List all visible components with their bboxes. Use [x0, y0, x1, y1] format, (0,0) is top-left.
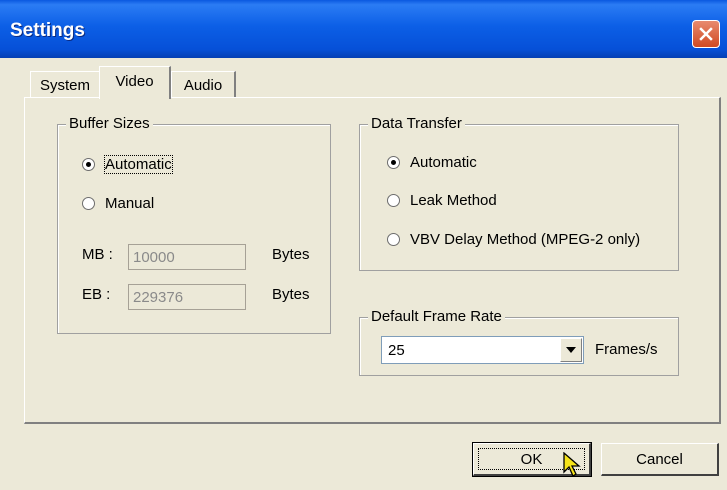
chevron-down-icon: [566, 347, 576, 353]
mb-unit-label: Bytes: [272, 246, 310, 263]
eb-input[interactable]: [128, 284, 246, 310]
mb-label: MB :: [82, 246, 113, 263]
buffer-manual-radio[interactable]: Manual: [82, 195, 154, 212]
buffer-automatic-label: Automatic: [104, 155, 173, 174]
mouse-cursor-icon: [563, 452, 581, 477]
radio-unchecked-icon: [387, 194, 400, 207]
frame-rate-select[interactable]: 25: [381, 336, 584, 364]
radio-checked-icon: [387, 156, 400, 169]
eb-unit-label: Bytes: [272, 286, 310, 303]
buffer-automatic-radio[interactable]: Automatic: [82, 155, 173, 174]
frame-rate-value: 25: [388, 342, 405, 359]
radio-unchecked-icon: [387, 233, 400, 246]
eb-label: EB :: [82, 286, 111, 303]
frame-rate-dropdown-button[interactable]: [560, 338, 582, 362]
transfer-automatic-label: Automatic: [410, 154, 477, 171]
frame-rate-unit-label: Frames/s: [595, 341, 658, 358]
mb-input[interactable]: [128, 244, 246, 270]
radio-checked-icon: [82, 158, 95, 171]
transfer-vbv-radio[interactable]: VBV Delay Method (MPEG-2 only): [387, 231, 640, 248]
transfer-leak-label: Leak Method: [410, 192, 497, 209]
radio-unchecked-icon: [82, 197, 95, 210]
cancel-button[interactable]: Cancel: [601, 443, 719, 476]
transfer-automatic-radio[interactable]: Automatic: [387, 154, 477, 171]
cancel-button-label: Cancel: [636, 451, 683, 468]
transfer-leak-radio[interactable]: Leak Method: [387, 192, 497, 209]
transfer-vbv-label: VBV Delay Method (MPEG-2 only): [410, 231, 641, 248]
buffer-manual-label: Manual: [105, 195, 155, 212]
